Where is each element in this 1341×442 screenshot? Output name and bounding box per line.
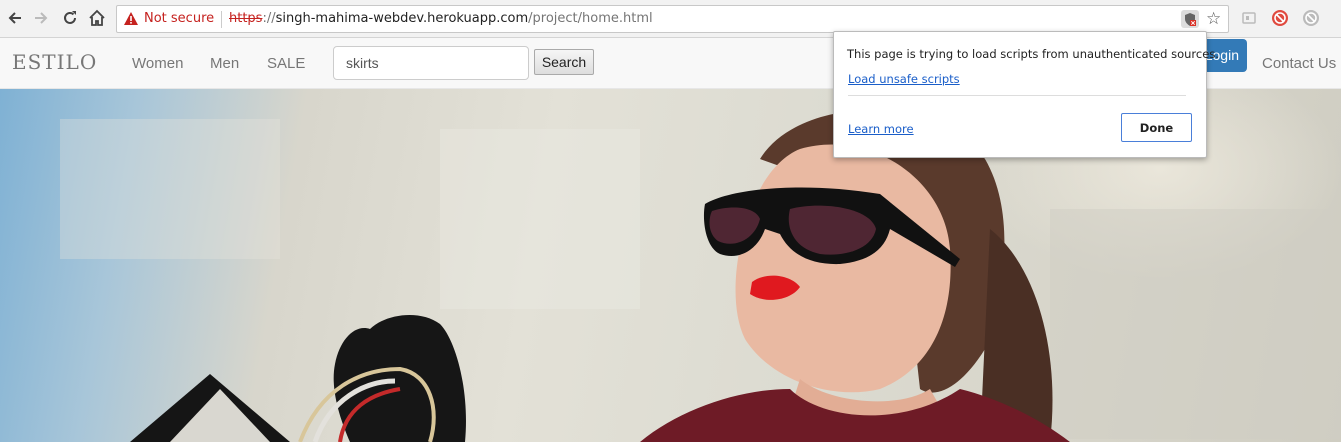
popup-divider — [848, 95, 1186, 96]
nav-link-men[interactable]: Men — [210, 55, 239, 72]
popup-message: This page is trying to load scripts from… — [847, 47, 1219, 61]
search-input[interactable] — [333, 46, 529, 80]
blocked-extension-icon[interactable] — [1302, 9, 1320, 27]
url-host: singh-mahima-webdev.herokuapp.com — [275, 11, 529, 26]
home-icon[interactable] — [85, 6, 109, 30]
url-scheme: https — [229, 11, 263, 26]
nav-link-sale[interactable]: SALE — [267, 55, 305, 72]
adblock-extension-icon[interactable] — [1271, 9, 1289, 27]
star-icon[interactable]: ☆ — [1206, 9, 1221, 29]
address-divider — [221, 11, 222, 28]
insecure-content-popup: This page is trying to load scripts from… — [833, 31, 1219, 158]
blocked-content-shield-icon[interactable] — [1181, 10, 1199, 28]
learn-more-link[interactable]: Learn more — [848, 122, 914, 136]
security-status-label[interactable]: Not secure — [144, 11, 214, 26]
url-separator: :// — [262, 11, 276, 26]
url-text[interactable]: https://singh-mahima-webdev.herokuapp.co… — [229, 11, 653, 26]
warning-triangle-icon[interactable] — [124, 12, 138, 30]
url-path: /project/home.html — [528, 11, 653, 26]
address-bar[interactable]: Not secure https://singh-mahima-webdev.h… — [116, 5, 1229, 33]
nav-link-women[interactable]: Women — [132, 55, 183, 72]
reader-extension-icon[interactable] — [1240, 9, 1258, 27]
back-arrow-icon[interactable] — [3, 6, 27, 30]
done-button[interactable]: Done — [1121, 113, 1192, 142]
reload-icon[interactable] — [58, 6, 82, 30]
nav-link-contact[interactable]: Contact Us — [1262, 55, 1336, 72]
forward-arrow-icon[interactable] — [29, 6, 53, 30]
brand-logo[interactable]: ESTILO — [12, 50, 97, 74]
search-button[interactable]: Search — [534, 49, 594, 75]
load-unsafe-scripts-link[interactable]: Load unsafe scripts — [848, 72, 960, 86]
